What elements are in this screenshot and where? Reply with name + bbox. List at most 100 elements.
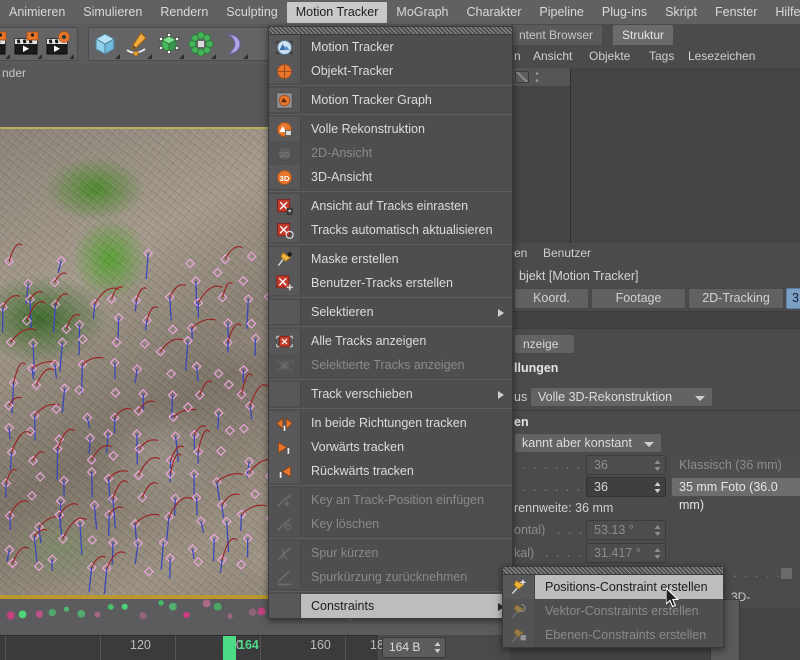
protect-data-checkbox[interactable] <box>780 567 793 580</box>
constraints-submenu[interactable]: Positions-Constraint erstellen Vektor-Con… <box>502 566 724 648</box>
nurbs-generator-button[interactable] <box>153 28 185 60</box>
show-all-tracks-icon <box>276 335 293 347</box>
motion-tracker-icon <box>276 39 293 55</box>
layer-color-swatch-icon[interactable] <box>515 71 529 83</box>
attr-tab-footage[interactable]: Footage <box>591 288 686 309</box>
objmenu-item-ansicht[interactable]: Ansicht <box>533 49 572 63</box>
menu-item-vorwarts-tracken[interactable]: Vorwärts tracken <box>269 435 512 459</box>
timeline-current-frame-label: 164 <box>238 638 259 652</box>
menubar-item-pipeline[interactable]: Pipeline <box>530 2 592 23</box>
focal-preset-field[interactable]: 35 mm Foto (36.0 mm) <box>671 477 800 512</box>
menubar-item-hilfe[interactable]: Hilfe <box>766 2 800 23</box>
spline-pen-button[interactable] <box>121 28 153 60</box>
menu-item-constraints[interactable]: Constraints <box>269 594 512 618</box>
menubar-item-animieren[interactable]: Animieren <box>0 2 74 23</box>
display-button[interactable]: nzeige <box>514 334 575 354</box>
render-view-button[interactable] <box>0 28 11 60</box>
menu-item-objekt-tracker[interactable]: Objekt-Tracker <box>269 59 512 83</box>
frame-stepper-icon[interactable] <box>434 641 441 654</box>
menu-item-ansicht-auf-tracks-einrasten[interactable]: Ansicht auf Tracks einrasten <box>269 194 512 218</box>
create-user-tracks-icon <box>269 271 301 295</box>
menu-item-volle-rekonstruktion[interactable]: Volle Rekonstruktion <box>269 117 512 141</box>
menu-item-3d-ansicht[interactable]: 3D 3D-Ansicht <box>269 165 512 189</box>
menubar-item-simulieren[interactable]: Simulieren <box>74 2 151 23</box>
attrmenu-item-benutzer[interactable]: Benutzer <box>543 246 591 260</box>
attr-tab-3d[interactable]: 3D <box>786 288 800 309</box>
menu-item-label: Key an Track-Position einfügen <box>311 493 485 507</box>
focal-stepper-icon[interactable] <box>654 481 661 494</box>
menu-item-maske-erstellen[interactable]: Maske erstellen <box>269 247 512 271</box>
objmenu-item-0[interactable]: n <box>514 49 521 63</box>
menu-item-track-verschieben[interactable]: Track verschieben <box>269 382 512 406</box>
menu-item-label: In beide Richtungen tracken <box>311 416 467 430</box>
menubar-item-motion-tracker[interactable]: Motion Tracker <box>286 1 388 23</box>
svg-text:3D: 3D <box>280 173 290 182</box>
menu-item-label: Spur kürzen <box>311 546 379 560</box>
objmenu-item-objekte[interactable]: Objekte <box>589 49 630 63</box>
attr-divider-3 <box>510 410 800 411</box>
menubar-item-fenster[interactable]: Fenster <box>706 2 766 23</box>
current-frame-field[interactable]: 164 B <box>382 637 446 658</box>
focal-length-field[interactable]: 36 <box>586 477 666 497</box>
menu-separator <box>269 485 512 486</box>
attr-tab-2d-tracking[interactable]: 2D-Tracking <box>688 288 784 309</box>
timeline-tick-160: 160 <box>310 638 331 652</box>
menu-item-label: Vorwärts tracken <box>311 440 405 454</box>
bend-deformer-button[interactable] <box>217 28 249 60</box>
timeline-playhead[interactable] <box>223 636 236 660</box>
menu-item-in-beide-richtungen-tracken[interactable]: In beide Richtungen tracken <box>269 411 512 435</box>
fov-vertical-label: kal) <box>514 546 535 560</box>
toolbar-corner-marker <box>147 54 152 59</box>
tab-struktur[interactable]: Struktur <box>613 25 674 45</box>
menu-item-selektieren[interactable]: Selektieren <box>269 300 512 324</box>
menu-item-motion-tracker[interactable]: Motion Tracker <box>269 35 512 59</box>
menu-item-key-an-track-position-einfugen: Key an Track-Position einfügen <box>269 488 512 512</box>
menu-item-alle-tracks-anzeigen[interactable]: Alle Tracks anzeigen <box>269 329 512 353</box>
menu-item-label: Ansicht auf Tracks einrasten <box>311 199 469 213</box>
3d-view-icon: 3D <box>277 169 292 185</box>
menubar-item-skript[interactable]: Skript <box>656 2 706 23</box>
menu-separator <box>269 326 512 327</box>
menu-item-benutzer-tracks-erstellen[interactable]: Benutzer-Tracks erstellen <box>269 271 512 295</box>
vector-constraint-icon <box>511 603 526 618</box>
menu-item-positions-constraint-erstellen[interactable]: Positions-Constraint erstellen <box>503 575 723 599</box>
render-settings-button[interactable] <box>43 28 75 60</box>
menubar-item-plug-ins[interactable]: Plug-ins <box>593 2 656 23</box>
chevron-right-icon <box>498 309 504 317</box>
submenu-tearoff-grip[interactable] <box>503 567 723 575</box>
camera-section-header: en <box>514 415 529 429</box>
attribute-manager-menu: en Benutzer <box>510 243 800 265</box>
trim-track-icon <box>269 541 301 565</box>
attrmenu-item-0[interactable]: en <box>514 246 527 260</box>
sensor-stepper-icon[interactable] <box>654 459 661 472</box>
menu-item-motion-tracker-graph[interactable]: Motion Tracker Graph <box>269 88 512 112</box>
menu-tearoff-grip[interactable] <box>269 27 512 35</box>
tab-content-browser[interactable]: ntent Browser <box>510 25 603 45</box>
cube-primitive-button[interactable] <box>89 28 121 60</box>
create-user-tracks-icon <box>276 274 293 290</box>
attr-tab-koord[interactable]: Koord. <box>514 288 589 309</box>
add-key-icon <box>276 494 292 507</box>
array-modeling-button[interactable] <box>185 28 217 60</box>
reconstruction-mode-dropdown[interactable]: Volle 3D-Rekonstruktion <box>530 387 713 407</box>
menu-item-ruckwarts-tracken[interactable]: Rückwärts tracken <box>269 459 512 483</box>
timeline-ruler[interactable]: 12014016018164 <box>0 635 384 660</box>
track-both-icon <box>276 416 293 432</box>
object-manager-tree[interactable] <box>510 68 800 243</box>
timeline-gridline <box>345 636 346 660</box>
focal-length-value: 36 <box>594 480 608 494</box>
menu-item-tracks-automatisch-aktualisieren[interactable]: Tracks automatisch aktualisieren <box>269 218 512 242</box>
menubar-item-charakter[interactable]: Charakter <box>458 2 531 23</box>
menu-separator <box>269 538 512 539</box>
motion-tracker-dropdown-menu[interactable]: Motion Tracker Objekt-Tracker Motion Track… <box>268 26 513 619</box>
menubar-item-mograph[interactable]: MoGraph <box>387 2 457 23</box>
render-picture-viewer-button[interactable] <box>11 28 43 60</box>
trim-track-icon <box>277 547 292 560</box>
menubar-item-sculpting[interactable]: Sculpting <box>217 2 286 23</box>
objmenu-item-lesezeichen[interactable]: Lesezeichen <box>688 49 755 63</box>
full-reconstruction-icon <box>277 121 292 137</box>
sensor-size-value: 36 <box>594 458 608 472</box>
menubar-item-rendern[interactable]: Rendern <box>151 2 217 23</box>
objmenu-item-tags[interactable]: Tags <box>649 49 674 63</box>
focal-mode-dropdown[interactable]: kannt aber konstant <box>514 433 662 453</box>
